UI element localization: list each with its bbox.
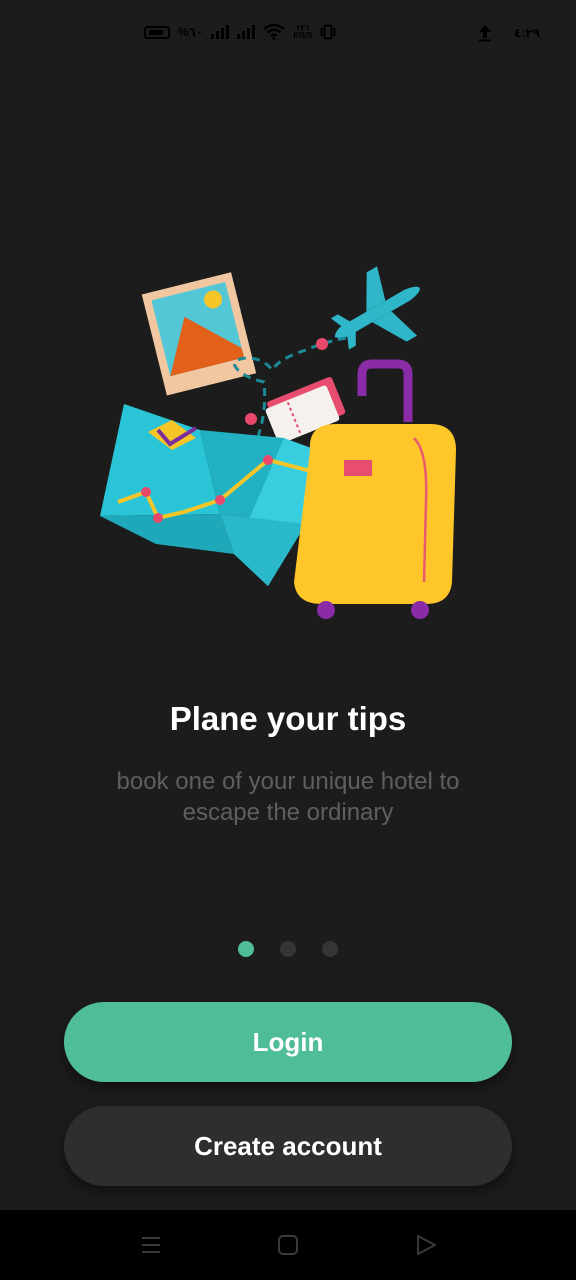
status-right: ٤:٢٩ [478,24,540,42]
path-point [316,338,328,350]
status-cluster: %٦٠ ١٢١ KB/S [144,24,336,40]
vibrate-icon [321,24,336,40]
page-indicator [0,941,576,957]
page-subtitle: book one of your unique hotel to escape … [116,768,460,826]
navigation-bar [0,1210,576,1280]
path-point [245,413,257,425]
status-bar: %٦٠ ١٢١ KB/S ٤:٢٩ [0,0,576,72]
page-dot-2[interactable] [280,941,296,957]
page-dot-3[interactable] [322,941,338,957]
signal-icon-2 [237,25,256,39]
page-title: Plane your tips [169,700,407,737]
net-speed-unit: KB/S [293,31,313,40]
travel-illustration [100,266,456,619]
wifi-icon [263,24,286,40]
onboarding-screen: %٦٠ ١٢١ KB/S ٤:٢٩ Plane your tips book o… [0,0,576,1280]
signal-icon [211,25,230,39]
airplane-icon [330,266,420,350]
page-dot-1[interactable] [238,941,254,957]
upload-icon [479,25,492,42]
battery-icon [144,25,170,39]
battery-percent: %٦٠ [178,25,204,39]
home-square-icon[interactable] [276,1233,300,1257]
login-button[interactable]: Login [64,1002,512,1082]
photo-frame-icon [141,272,257,396]
network-speed: ١٢١ KB/S [293,24,312,40]
back-triangle-icon[interactable] [414,1233,438,1257]
create-account-button[interactable]: Create account [64,1106,512,1186]
menu-icon[interactable] [139,1233,163,1257]
status-clock: ٤:٢٩ [514,26,540,40]
